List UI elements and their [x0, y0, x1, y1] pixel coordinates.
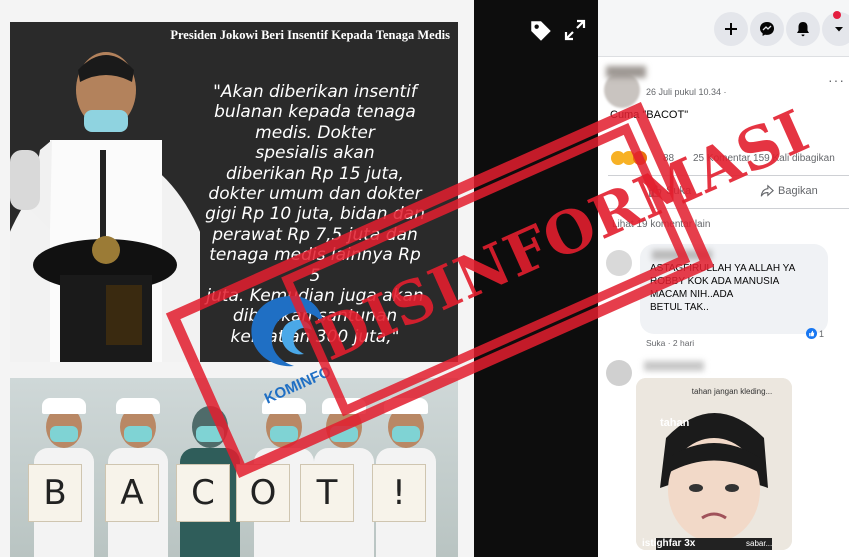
- more-options-icon[interactable]: ···: [828, 72, 845, 88]
- create-button[interactable]: [714, 12, 748, 46]
- sticker-caption-left: tahan: [660, 417, 690, 429]
- quote-line: dokter umum dan dokter: [208, 184, 422, 205]
- quote-line: spesialis akan: [255, 143, 375, 164]
- like-reaction-icon: [806, 328, 817, 339]
- sign-letter: C: [176, 464, 230, 522]
- comment-meta[interactable]: Suka · 2 hari: [646, 338, 694, 348]
- share-icon: [760, 184, 774, 197]
- sign-letter: T: [300, 464, 354, 522]
- sticker-caption-top: tahan jangan kleding...: [692, 387, 773, 396]
- share-button[interactable]: Bagikan: [760, 184, 818, 198]
- commenter-name-blurred[interactable]: [644, 361, 704, 371]
- tag-icon[interactable]: [528, 18, 554, 44]
- sticker-caption-bottom-right: sabar...: [746, 539, 772, 548]
- sign-letter: B: [28, 464, 82, 522]
- poster-name-blurred[interactable]: [606, 66, 646, 78]
- notifications-button[interactable]: [786, 12, 820, 46]
- quote-line: "Akan diberikan insentif: [213, 82, 417, 102]
- chevron-down-icon: [835, 27, 843, 32]
- commenter-avatar[interactable]: [606, 360, 632, 386]
- comment-reaction[interactable]: 1: [806, 328, 824, 339]
- post-timestamp[interactable]: 26 Juli pukul 10.34 ·: [646, 87, 727, 97]
- plus-icon: [725, 23, 737, 35]
- comment-line: MACAM NIH..ADA: [650, 289, 734, 300]
- comment-sticker-image[interactable]: tahan jangan kleding... tahan istighfar …: [636, 378, 792, 550]
- quote-line: diberikan Rp 15 juta,: [226, 163, 404, 184]
- messenger-button[interactable]: [750, 12, 784, 46]
- notification-badge: [833, 11, 841, 19]
- quote-header: Presiden Jokowi Beri Insentif Kepada Ten…: [170, 28, 450, 42]
- expand-icon[interactable]: [563, 18, 587, 42]
- bell-icon: [797, 22, 809, 37]
- crying-boy-sticker: tahan jangan kleding... tahan istighfar …: [636, 378, 792, 550]
- quote-line: bulanan kepada tenaga: [214, 102, 416, 123]
- sign-letter: A: [105, 464, 159, 522]
- messenger-icon: [760, 22, 774, 36]
- share-label: Bagikan: [778, 185, 818, 197]
- sticker-caption-bottom-left: istighfar 3x: [642, 538, 696, 549]
- comment-line: BETUL TAK..: [650, 302, 709, 313]
- sign-letter: !: [372, 464, 426, 522]
- comment-reaction-count: 1: [819, 328, 825, 339]
- quote-line: medis. Dokter: [255, 122, 375, 143]
